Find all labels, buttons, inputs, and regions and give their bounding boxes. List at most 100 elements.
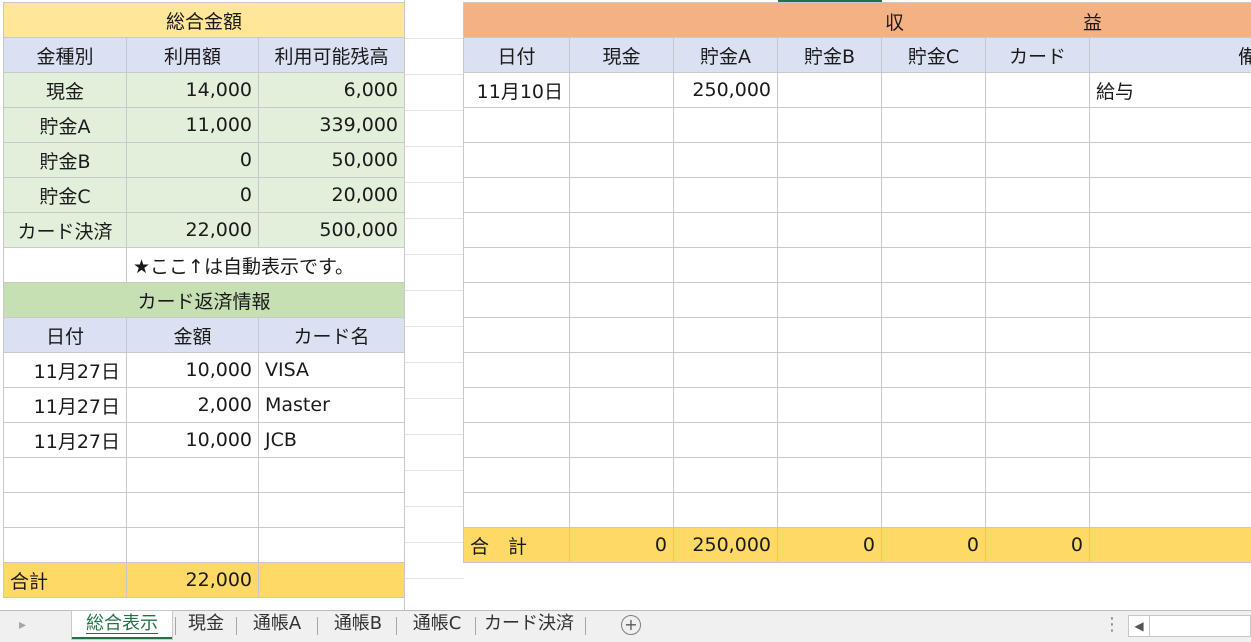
- income-saving-a[interactable]: [673, 177, 778, 213]
- column-header[interactable]: 貯金A: [673, 37, 778, 73]
- income-date[interactable]: [463, 247, 570, 283]
- used-amount[interactable]: 0: [126, 177, 259, 213]
- income-saving-b[interactable]: [777, 457, 882, 493]
- income-saving-a[interactable]: [673, 142, 778, 178]
- column-header[interactable]: 日付: [463, 37, 570, 73]
- income-cash[interactable]: [569, 142, 674, 178]
- total-value[interactable]: 0: [569, 527, 674, 563]
- repayment-amount[interactable]: 10,000: [126, 352, 259, 388]
- income-date[interactable]: [463, 177, 570, 213]
- income-saving-a[interactable]: [673, 212, 778, 248]
- income-saving-c[interactable]: [881, 387, 986, 423]
- tab-scroll-left-icon[interactable]: ▸: [19, 617, 26, 633]
- card-name[interactable]: JCB: [258, 422, 405, 458]
- income-saving-c[interactable]: [881, 177, 986, 213]
- repayment-date[interactable]: [3, 492, 127, 528]
- income-card[interactable]: [985, 422, 1090, 458]
- income-card[interactable]: [985, 282, 1090, 318]
- income-date[interactable]: [463, 212, 570, 248]
- card-name[interactable]: VISA: [258, 352, 405, 388]
- income-saving-c[interactable]: [881, 247, 986, 283]
- income-saving-b[interactable]: [777, 72, 882, 108]
- income-note[interactable]: [1088, 282, 1251, 318]
- income-saving-a[interactable]: [673, 387, 778, 423]
- column-header[interactable]: 備: [1088, 37, 1251, 73]
- income-saving-a[interactable]: [673, 317, 778, 353]
- income-date[interactable]: [463, 107, 570, 143]
- column-header[interactable]: 現金: [569, 37, 674, 73]
- income-saving-a[interactable]: [673, 352, 778, 388]
- income-saving-a[interactable]: [673, 247, 778, 283]
- income-saving-c[interactable]: [881, 492, 986, 528]
- income-cash[interactable]: [569, 317, 674, 353]
- repayment-amount[interactable]: [126, 527, 259, 563]
- vertical-dots-icon[interactable]: ⋮: [1103, 614, 1121, 635]
- income-saving-c[interactable]: [881, 422, 986, 458]
- income-cash[interactable]: [569, 352, 674, 388]
- account-name[interactable]: 貯金C: [3, 177, 127, 213]
- card-name[interactable]: Master: [258, 387, 405, 423]
- summary-title[interactable]: 総合金額: [3, 2, 405, 38]
- horizontal-scrollbar[interactable]: [1150, 615, 1251, 637]
- used-amount[interactable]: 14,000: [126, 72, 259, 108]
- income-saving-c[interactable]: [881, 352, 986, 388]
- income-card[interactable]: [985, 72, 1090, 108]
- income-cash[interactable]: [569, 212, 674, 248]
- account-name[interactable]: 貯金B: [3, 142, 127, 178]
- income-date[interactable]: 11月10日: [463, 72, 570, 108]
- income-cash[interactable]: [569, 177, 674, 213]
- income-card[interactable]: [985, 352, 1090, 388]
- income-card[interactable]: [985, 212, 1090, 248]
- repayment-amount[interactable]: [126, 492, 259, 528]
- sheet-tab[interactable]: 現金: [178, 611, 234, 639]
- income-title[interactable]: 収益: [462, 2, 1251, 38]
- income-note[interactable]: [1088, 457, 1251, 493]
- income-card[interactable]: [985, 107, 1090, 143]
- used-amount[interactable]: 22,000: [126, 212, 259, 248]
- column-header[interactable]: カード名: [258, 317, 405, 353]
- income-note[interactable]: [1088, 247, 1251, 283]
- total-value[interactable]: 250,000: [673, 527, 778, 563]
- sheet-tab[interactable]: 通帳C: [399, 611, 475, 639]
- column-header[interactable]: 金種別: [3, 37, 127, 73]
- income-saving-b[interactable]: [777, 142, 882, 178]
- total-value[interactable]: 0: [777, 527, 882, 563]
- repayment-amount[interactable]: [126, 457, 259, 493]
- income-date[interactable]: [463, 422, 570, 458]
- income-saving-b[interactable]: [777, 212, 882, 248]
- income-saving-c[interactable]: [881, 107, 986, 143]
- repayment-date[interactable]: 11月27日: [3, 387, 127, 423]
- income-date[interactable]: [463, 387, 570, 423]
- income-saving-c[interactable]: [881, 317, 986, 353]
- remaining-amount[interactable]: 6,000: [258, 72, 405, 108]
- income-saving-b[interactable]: [777, 492, 882, 528]
- income-note[interactable]: 給与: [1088, 72, 1251, 108]
- income-date[interactable]: [463, 282, 570, 318]
- income-note[interactable]: [1088, 317, 1251, 353]
- income-card[interactable]: [985, 247, 1090, 283]
- column-header[interactable]: カード: [985, 37, 1090, 73]
- income-saving-a[interactable]: [673, 107, 778, 143]
- income-note[interactable]: [1088, 492, 1251, 528]
- total-value[interactable]: 0: [985, 527, 1090, 563]
- repayment-date[interactable]: 11月27日: [3, 422, 127, 458]
- repayment-date[interactable]: 11月27日: [3, 352, 127, 388]
- empty-cell[interactable]: [1088, 527, 1251, 563]
- account-name[interactable]: 現金: [3, 72, 127, 108]
- income-card[interactable]: [985, 387, 1090, 423]
- add-sheet-button[interactable]: +: [621, 615, 641, 635]
- income-saving-b[interactable]: [777, 247, 882, 283]
- remaining-amount[interactable]: 50,000: [258, 142, 405, 178]
- income-cash[interactable]: [569, 387, 674, 423]
- income-cash[interactable]: [569, 107, 674, 143]
- income-note[interactable]: [1088, 142, 1251, 178]
- income-card[interactable]: [985, 177, 1090, 213]
- remaining-amount[interactable]: 20,000: [258, 177, 405, 213]
- total-amount[interactable]: 22,000: [126, 562, 259, 598]
- income-saving-a[interactable]: 250,000: [673, 72, 778, 108]
- income-saving-b[interactable]: [777, 177, 882, 213]
- income-saving-a[interactable]: [673, 282, 778, 318]
- income-cash[interactable]: [569, 457, 674, 493]
- column-header[interactable]: 貯金C: [881, 37, 986, 73]
- income-saving-c[interactable]: [881, 212, 986, 248]
